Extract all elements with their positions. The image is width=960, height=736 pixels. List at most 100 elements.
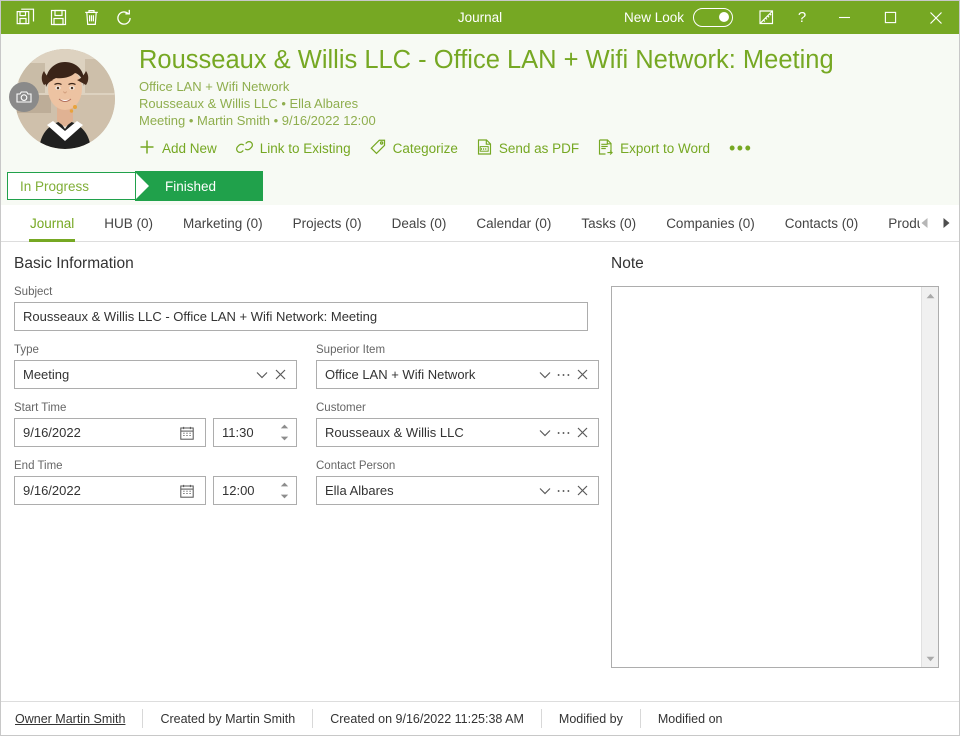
categorize-button[interactable]: Categorize (369, 139, 458, 158)
word-icon (598, 139, 614, 158)
delete-button[interactable] (76, 4, 106, 31)
stage-finished-label: Finished (165, 178, 217, 194)
row-start-customer: Start Time 9/16/2022 11:30 Customer Rous… (14, 402, 599, 460)
subject-input[interactable]: Rousseaux & Willis LLC - Office LAN + Wi… (14, 302, 588, 331)
superior-item-ellipsis-icon[interactable] (554, 361, 573, 388)
new-look-label: New Look (623, 10, 684, 25)
scroll-up-icon[interactable] (922, 287, 938, 304)
row-type-superior: Type Meeting Superior Item Office LAN + … (14, 344, 599, 402)
tab-hub-label: HUB (0) (104, 215, 154, 231)
note-scrollbar[interactable] (921, 287, 938, 667)
status-modified-by: Modified by (558, 711, 623, 726)
link-to-existing-button[interactable]: Link to Existing (235, 140, 351, 157)
tab-hub[interactable]: HUB (0) (89, 205, 168, 241)
superior-item-clear-icon[interactable] (573, 361, 592, 388)
contact-person-clear-icon[interactable] (573, 477, 592, 504)
tab-calendar-label: Calendar (0) (476, 215, 552, 231)
customer-chevron-down-icon[interactable] (535, 419, 554, 446)
header-actions: Add New Link to Existing Categorize Send… (139, 129, 834, 159)
pdf-icon (477, 139, 492, 158)
export-to-word-button[interactable]: Export to Word (598, 139, 710, 158)
start-date-calendar-icon[interactable] (175, 419, 199, 446)
tab-companies-label: Companies (0) (666, 215, 755, 231)
start-date-input[interactable]: 9/16/2022 (14, 418, 206, 447)
status-created-on: Created on 9/16/2022 11:25:38 AM (330, 711, 524, 726)
contact-person-input[interactable]: Ella Albares (316, 476, 599, 505)
end-time-input[interactable]: 12:00 (213, 476, 297, 505)
scroll-right-icon[interactable] (942, 217, 951, 229)
start-time-stepper[interactable] (276, 419, 292, 446)
status-created-by: Created by Martin Smith (160, 711, 296, 726)
journal-window: Journal New Look ? Rousseaux & Willis LL… (0, 0, 960, 736)
tab-contacts[interactable]: Contacts (0) (770, 205, 874, 241)
note-title: Note (611, 255, 644, 272)
type-chevron-down-icon[interactable] (252, 361, 271, 388)
field-type: Type Meeting (14, 344, 297, 389)
send-as-pdf-label: Send as PDF (498, 141, 580, 156)
refresh-button[interactable] (109, 4, 139, 31)
tab-contacts-label: Contacts (0) (784, 215, 859, 231)
stage-in-progress-label: In Progress (20, 178, 90, 194)
customer-ellipsis-icon[interactable] (554, 419, 573, 446)
contact-person-chevron-down-icon[interactable] (535, 477, 554, 504)
export-to-word-label: Export to Word (620, 141, 710, 156)
field-superior-item: Superior Item Office LAN + Wifi Network (316, 344, 599, 389)
note-textarea[interactable] (612, 287, 921, 667)
help-button[interactable]: ? (783, 1, 821, 34)
end-time-stepper[interactable] (276, 477, 292, 504)
basic-information-title: Basic Information (14, 255, 134, 272)
maximize-button[interactable] (867, 1, 913, 34)
design-mode-icon[interactable] (749, 1, 783, 34)
start-date-value: 9/16/2022 (23, 425, 81, 440)
start-time-input[interactable]: 11:30 (213, 418, 297, 447)
status-owner[interactable]: Owner Martin Smith (15, 712, 142, 726)
scroll-down-icon[interactable] (922, 650, 938, 667)
customer-clear-icon[interactable] (573, 419, 592, 446)
customer-input[interactable]: Rousseaux & Willis LLC (316, 418, 599, 447)
send-as-pdf-button[interactable]: Send as PDF (477, 139, 579, 158)
tab-tasks[interactable]: Tasks (0) (566, 205, 651, 241)
tab-companies[interactable]: Companies (0) (651, 205, 770, 241)
note-editor[interactable] (611, 286, 939, 668)
save-button[interactable] (43, 4, 73, 31)
tab-calendar[interactable]: Calendar (0) (461, 205, 566, 241)
end-time-controls: 9/16/2022 12:00 (14, 476, 297, 505)
superior-item-chevron-down-icon[interactable] (535, 361, 554, 388)
more-actions-button[interactable]: ••• (729, 138, 752, 159)
tab-journal[interactable]: Journal (15, 205, 89, 242)
end-date-calendar-icon[interactable] (175, 477, 199, 504)
add-new-button[interactable]: Add New (139, 139, 217, 158)
end-date-input[interactable]: 9/16/2022 (14, 476, 206, 505)
end-time-value: 12:00 (222, 483, 255, 498)
toggle-knob (719, 12, 729, 22)
tab-deals[interactable]: Deals (0) (377, 205, 462, 241)
field-subject: Subject Rousseaux & Willis LLC - Office … (14, 286, 588, 331)
title-bar-right: New Look ? (624, 1, 959, 34)
stage-in-progress[interactable]: In Progress (7, 172, 151, 200)
minimize-button[interactable] (821, 1, 867, 34)
tab-journal-label: Journal (30, 215, 75, 231)
type-label: Type (14, 344, 39, 356)
customer-label: Customer (316, 402, 366, 414)
avatar-area (1, 43, 129, 159)
new-look-toggle[interactable] (693, 8, 733, 27)
customer-value: Rousseaux & Willis LLC (325, 425, 464, 440)
tab-products-label: Products ( (888, 215, 920, 231)
tab-projects[interactable]: Projects (0) (278, 205, 377, 241)
type-input[interactable]: Meeting (14, 360, 297, 389)
close-button[interactable] (913, 1, 959, 34)
stage-finished[interactable]: Finished (135, 171, 263, 201)
tab-products[interactable]: Products ( (873, 205, 920, 241)
camera-icon[interactable] (9, 82, 39, 112)
type-clear-icon[interactable] (271, 361, 290, 388)
subtitle-type-owner-date: Meeting • Martin Smith • 9/16/2022 12:00 (139, 113, 376, 128)
form-body: Basic Information Subject Rousseaux & Wi… (1, 242, 959, 701)
contact-person-ellipsis-icon[interactable] (554, 477, 573, 504)
status-bar: Owner Martin Smith Created by Martin Smi… (1, 701, 959, 735)
superior-item-input[interactable]: Office LAN + Wifi Network (316, 360, 599, 389)
contact-person-value: Ella Albares (325, 483, 394, 498)
tab-marketing[interactable]: Marketing (0) (168, 205, 278, 241)
scroll-left-icon[interactable] (920, 217, 929, 229)
plus-icon (139, 139, 155, 158)
save-as-button[interactable] (10, 4, 40, 31)
